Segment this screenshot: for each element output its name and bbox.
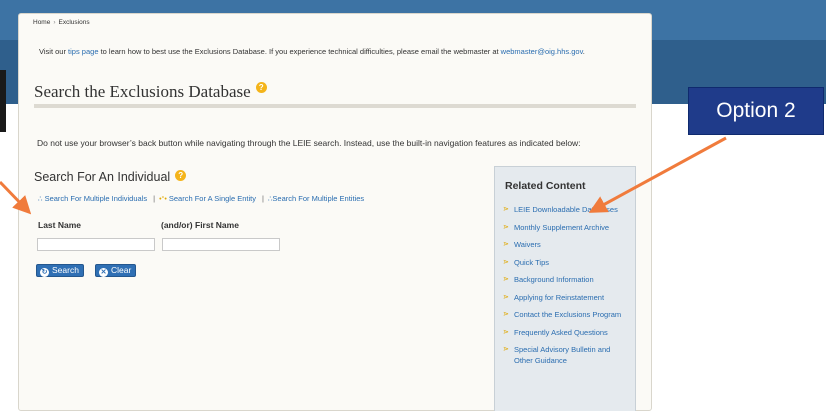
annotation-arrows <box>0 136 727 215</box>
arrow-to-search-form <box>0 180 32 215</box>
arrow-to-related-link <box>588 136 727 213</box>
